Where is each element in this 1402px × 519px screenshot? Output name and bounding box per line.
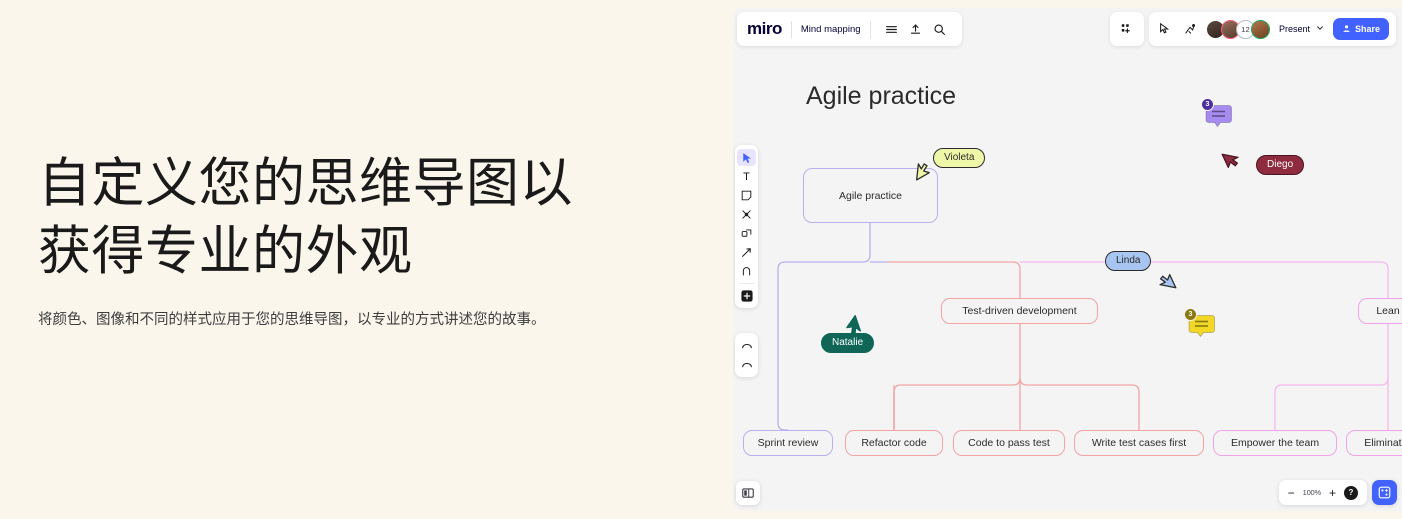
- mindmap-node-empower[interactable]: Empower the team: [1213, 430, 1337, 456]
- promo-headline: 自定义您的思维导图以获得专业的外观: [38, 154, 573, 281]
- promo-copy: 自定义您的思维导图以获得专业的外观 将颜色、图像和不同的样式应用于您的思维导图，…: [38, 150, 618, 333]
- left-toolbar[interactable]: T: [735, 145, 758, 308]
- toolbar-divider: [739, 283, 754, 284]
- mindmap-node-label: Agile practice: [838, 189, 903, 202]
- collaboration-chip: 12 Present Share: [1148, 12, 1396, 46]
- zoom-level-label[interactable]: 100%: [1303, 488, 1322, 497]
- mindmap-node-elimin[interactable]: Eliminate waste: [1346, 430, 1402, 456]
- mindmap-node-tdd[interactable]: Test-driven development: [941, 298, 1098, 324]
- reactions-icon[interactable]: [1181, 20, 1199, 38]
- zoom-controls: − 100% + ?: [1278, 480, 1397, 505]
- mindmap-node-label: Write test cases first: [1091, 437, 1187, 449]
- cursor-share-icon[interactable]: [1156, 20, 1174, 38]
- board-canvas[interactable]: Agile practice Agile practice Test-driven…: [733, 8, 1402, 511]
- miro-logo[interactable]: miro: [747, 19, 782, 39]
- text-tool[interactable]: T: [737, 168, 756, 185]
- share-button[interactable]: Share: [1332, 18, 1389, 40]
- mindmap-node-label: Eliminate waste: [1364, 437, 1402, 449]
- zoom-chip: − 100% + ?: [1278, 480, 1367, 505]
- mindmap-node-sprint[interactable]: Sprint review: [743, 430, 833, 456]
- fit-to-screen-button[interactable]: [1372, 480, 1397, 505]
- person-icon: [1342, 24, 1351, 35]
- promo-subcopy: 将颜色、图像和不同的样式应用于您的思维导图，以专业的方式讲述您的故事。: [38, 311, 546, 328]
- undo-redo-toolbar[interactable]: [735, 333, 758, 377]
- panel-toggle-icon: [742, 488, 754, 498]
- sticky-note-tool[interactable]: [737, 187, 756, 204]
- comment-pin[interactable]: 3: [1201, 98, 1233, 138]
- avatar[interactable]: [1250, 19, 1270, 39]
- help-button[interactable]: ?: [1344, 485, 1358, 500]
- undo-tool[interactable]: [737, 337, 756, 354]
- cursor-label-violeta: Violeta: [933, 148, 986, 168]
- pen-tool[interactable]: [737, 263, 756, 280]
- apps-button[interactable]: [1109, 12, 1144, 46]
- mindmap-node-label: Code to pass test: [968, 437, 1050, 449]
- share-label: Share: [1354, 24, 1380, 34]
- comment-pin[interactable]: 3: [1184, 308, 1216, 348]
- panel-toggle-button[interactable]: [736, 481, 760, 505]
- template-tool[interactable]: [737, 206, 756, 223]
- miro-app-window: Agile practice Agile practice Test-driven…: [733, 8, 1402, 511]
- apps-grid-icon: [1118, 20, 1136, 38]
- more-tools[interactable]: [737, 287, 756, 304]
- present-dropdown[interactable]: Present: [1277, 24, 1326, 34]
- header-divider-2: [869, 20, 871, 38]
- mindmap-node-label: Test-driven development: [962, 305, 1077, 317]
- mindmap-node-label: Empower the team: [1230, 437, 1320, 449]
- mindmap-node-label: Sprint review: [757, 437, 819, 449]
- zoom-out-button[interactable]: −: [1288, 487, 1295, 499]
- mindmap-node-lean[interactable]: Lean: [1358, 298, 1402, 324]
- cursor-tool[interactable]: [737, 149, 756, 166]
- search-icon[interactable]: [930, 19, 950, 39]
- shapes-tool[interactable]: [737, 225, 756, 242]
- cursor-label-diego: Diego: [1256, 155, 1305, 175]
- mindmap-node-refactor[interactable]: Refactor code: [845, 430, 943, 456]
- redo-tool[interactable]: [737, 356, 756, 373]
- header-divider-1: [790, 20, 792, 38]
- mindmap-node-label: Refactor code: [861, 437, 927, 449]
- comment-count-badge: 3: [1184, 308, 1197, 321]
- fit-to-screen-icon: [1378, 486, 1391, 499]
- document-title[interactable]: Mind mapping: [801, 24, 861, 35]
- mindmap-node-label: Lean: [1376, 305, 1400, 317]
- comment-count-badge: 3: [1201, 98, 1214, 111]
- upload-icon[interactable]: [906, 19, 926, 39]
- collaborator-avatars[interactable]: 12: [1205, 19, 1270, 39]
- zoom-in-button[interactable]: +: [1329, 487, 1336, 499]
- mindmap-node-pass[interactable]: Code to pass test: [953, 430, 1065, 456]
- chevron-down-icon: [1316, 24, 1324, 34]
- arrow-tool[interactable]: [737, 244, 756, 261]
- present-label: Present: [1278, 24, 1310, 34]
- header-left-group: miro Mind mapping: [737, 12, 962, 46]
- mindmap-node-write[interactable]: Write test cases first: [1074, 430, 1204, 456]
- cursor-label-linda: Linda: [1105, 251, 1152, 271]
- header-right-group: 12 Present Share: [1109, 12, 1396, 46]
- menu-icon[interactable]: [882, 19, 902, 39]
